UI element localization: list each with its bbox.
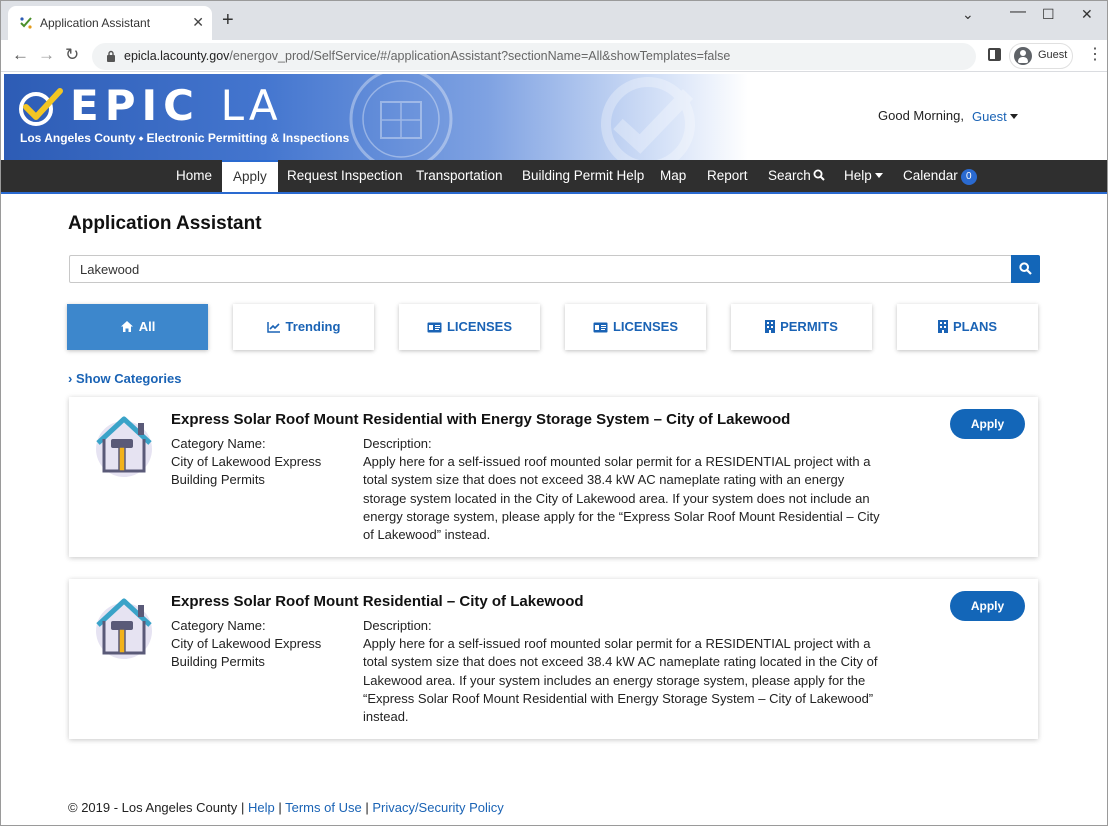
profile-label: Guest [1038, 49, 1068, 61]
page-title: Application Assistant [68, 213, 262, 234]
description-line: total system size that does not exceed 3… [363, 654, 878, 670]
filter-permits-button[interactable]: PERMITS [731, 304, 872, 350]
result-title[interactable]: Express Solar Roof Mount Residential wit… [171, 411, 790, 428]
search-button[interactable] [1011, 255, 1040, 283]
browser-titlebar: Application Assistant ✕ + ⌄ — ☐ ✕ [0, 0, 1108, 40]
tab-close-icon[interactable]: ✕ [192, 14, 204, 30]
description-line: total system size that does not exceed 3… [363, 472, 845, 488]
category-value: Building Permits [171, 472, 265, 487]
epicla-logo[interactable]: EPIC LA [70, 82, 282, 130]
line-chart-icon [266, 322, 280, 333]
search-icon [1019, 262, 1032, 275]
header-banner: EPIC LA Los Angeles County ⬩ Electronic … [4, 74, 748, 160]
result-card: Express Solar Roof Mount Residential – C… [69, 579, 1038, 739]
footer-privacy-link[interactable]: Privacy/Security Policy [372, 800, 503, 815]
user-menu[interactable]: Guest [972, 109, 1018, 124]
tab-title: Application Assistant [40, 16, 151, 30]
caret-down-icon [874, 173, 883, 178]
county-seal-icon [349, 74, 453, 160]
browser-tab[interactable]: Application Assistant ✕ [8, 6, 212, 40]
main-nav: Home Apply Request Inspection Transporta… [0, 160, 1108, 194]
nav-search[interactable]: Search [768, 160, 825, 192]
apply-button[interactable]: Apply [950, 409, 1025, 439]
building-icon [765, 320, 776, 333]
id-card-icon [593, 322, 608, 333]
description-line: Apply here for a self-issued roof mounte… [363, 636, 871, 651]
forward-icon[interactable]: → [38, 45, 55, 65]
watermark-check-icon [601, 77, 695, 160]
tab-search-chevron-icon[interactable]: ⌄ [962, 6, 974, 22]
filter-all-button[interactable]: All [67, 304, 208, 350]
epicla-logo-check-icon [19, 88, 63, 126]
show-categories-link[interactable]: › Show Categories [68, 371, 181, 386]
profile-avatar-icon [1014, 47, 1032, 65]
nav-report[interactable]: Report [707, 160, 748, 192]
url-text: epicla.lacounty.gov/energov_prod/SelfSer… [124, 49, 731, 63]
epicla-favicon-icon [20, 17, 32, 29]
description-line: Apply here for a self-issued roof mounte… [363, 454, 871, 469]
site-header: EPIC LA Los Angeles County ⬩ Electronic … [4, 74, 1108, 160]
nav-home[interactable]: Home [176, 160, 212, 192]
caret-down-icon [1009, 114, 1018, 119]
browser-toolbar: ← → ↻ epicla.lacounty.gov/energov_prod/S… [0, 40, 1108, 72]
logo-subtitle: Los Angeles County ⬩ Electronic Permitti… [20, 131, 350, 145]
description-label: Description: [363, 618, 432, 633]
footer-separator: | [240, 800, 245, 815]
greeting-text: Good Morning, [878, 108, 964, 123]
building-icon [937, 320, 948, 333]
home-icon [120, 321, 133, 332]
nav-map[interactable]: Map [660, 160, 686, 192]
search-icon [813, 169, 825, 181]
description-line: energy storage system, please apply for … [363, 508, 880, 524]
minimize-icon[interactable]: — [1010, 4, 1026, 20]
description-line: “Express Solar Roof Mount Residential wi… [363, 690, 874, 706]
filter-licenses-button[interactable]: LICENSES [399, 304, 540, 350]
house-hammer-icon [96, 416, 152, 477]
result-title[interactable]: Express Solar Roof Mount Residential – C… [171, 593, 584, 610]
footer-help-link[interactable]: Help [248, 800, 275, 815]
id-card-icon [427, 322, 442, 333]
nav-building-permit-help[interactable]: Building Permit Help [522, 160, 644, 192]
new-tab-icon[interactable]: + [222, 10, 234, 30]
description-line: Lakewood area. If your system includes a… [363, 672, 866, 688]
address-bar[interactable]: epicla.lacounty.gov/energov_prod/SelfSer… [92, 43, 976, 70]
category-label: Category Name: [171, 618, 266, 633]
apply-button[interactable]: Apply [950, 591, 1025, 621]
nav-help[interactable]: Help [844, 160, 883, 192]
reload-icon[interactable]: ↻ [65, 45, 79, 65]
search-input[interactable] [69, 255, 1012, 283]
description-line: storage system located in the City of La… [363, 490, 870, 506]
footer-separator: | [365, 800, 369, 815]
side-panel-icon[interactable] [988, 48, 1001, 61]
result-card: Express Solar Roof Mount Residential wit… [69, 397, 1038, 557]
footer: © 2019 - Los Angeles County | Help | Ter… [68, 800, 504, 815]
description-label: Description: [363, 436, 432, 451]
description-line: instead. [363, 709, 409, 725]
footer-terms-link[interactable]: Terms of Use [285, 800, 362, 815]
footer-separator: | [278, 800, 282, 815]
category-value: City of Lakewood Express [171, 636, 322, 651]
close-window-icon[interactable]: ✕ [1081, 6, 1093, 22]
filter-trending-button[interactable]: Trending [233, 304, 374, 350]
nav-request-inspection[interactable]: Request Inspection [287, 160, 403, 192]
category-value: City of Lakewood Express [171, 454, 322, 469]
category-label: Category Name: [171, 436, 266, 451]
back-icon[interactable]: ← [12, 45, 29, 65]
nav-apply[interactable]: Apply [222, 160, 278, 192]
filter-plans-button[interactable]: PLANS [897, 304, 1038, 350]
category-value: Building Permits [171, 654, 265, 669]
nav-transportation[interactable]: Transportation [416, 160, 503, 192]
browser-menu-icon[interactable]: ⋮ [1087, 46, 1103, 64]
description-line: of Lakewood” instead. [363, 527, 491, 543]
restore-icon[interactable]: ☐ [1042, 6, 1055, 22]
chevron-right-icon: › [68, 371, 73, 386]
calendar-count-badge: 0 [960, 169, 977, 185]
filter-licenses-2-button[interactable]: LICENSES [565, 304, 706, 350]
lock-icon [107, 50, 115, 62]
house-hammer-icon [96, 598, 152, 659]
copyright-text: © 2019 - Los Angeles County [68, 800, 238, 815]
profile-button[interactable]: Guest [1009, 43, 1073, 69]
nav-calendar[interactable]: Calendar 0 [903, 160, 977, 192]
